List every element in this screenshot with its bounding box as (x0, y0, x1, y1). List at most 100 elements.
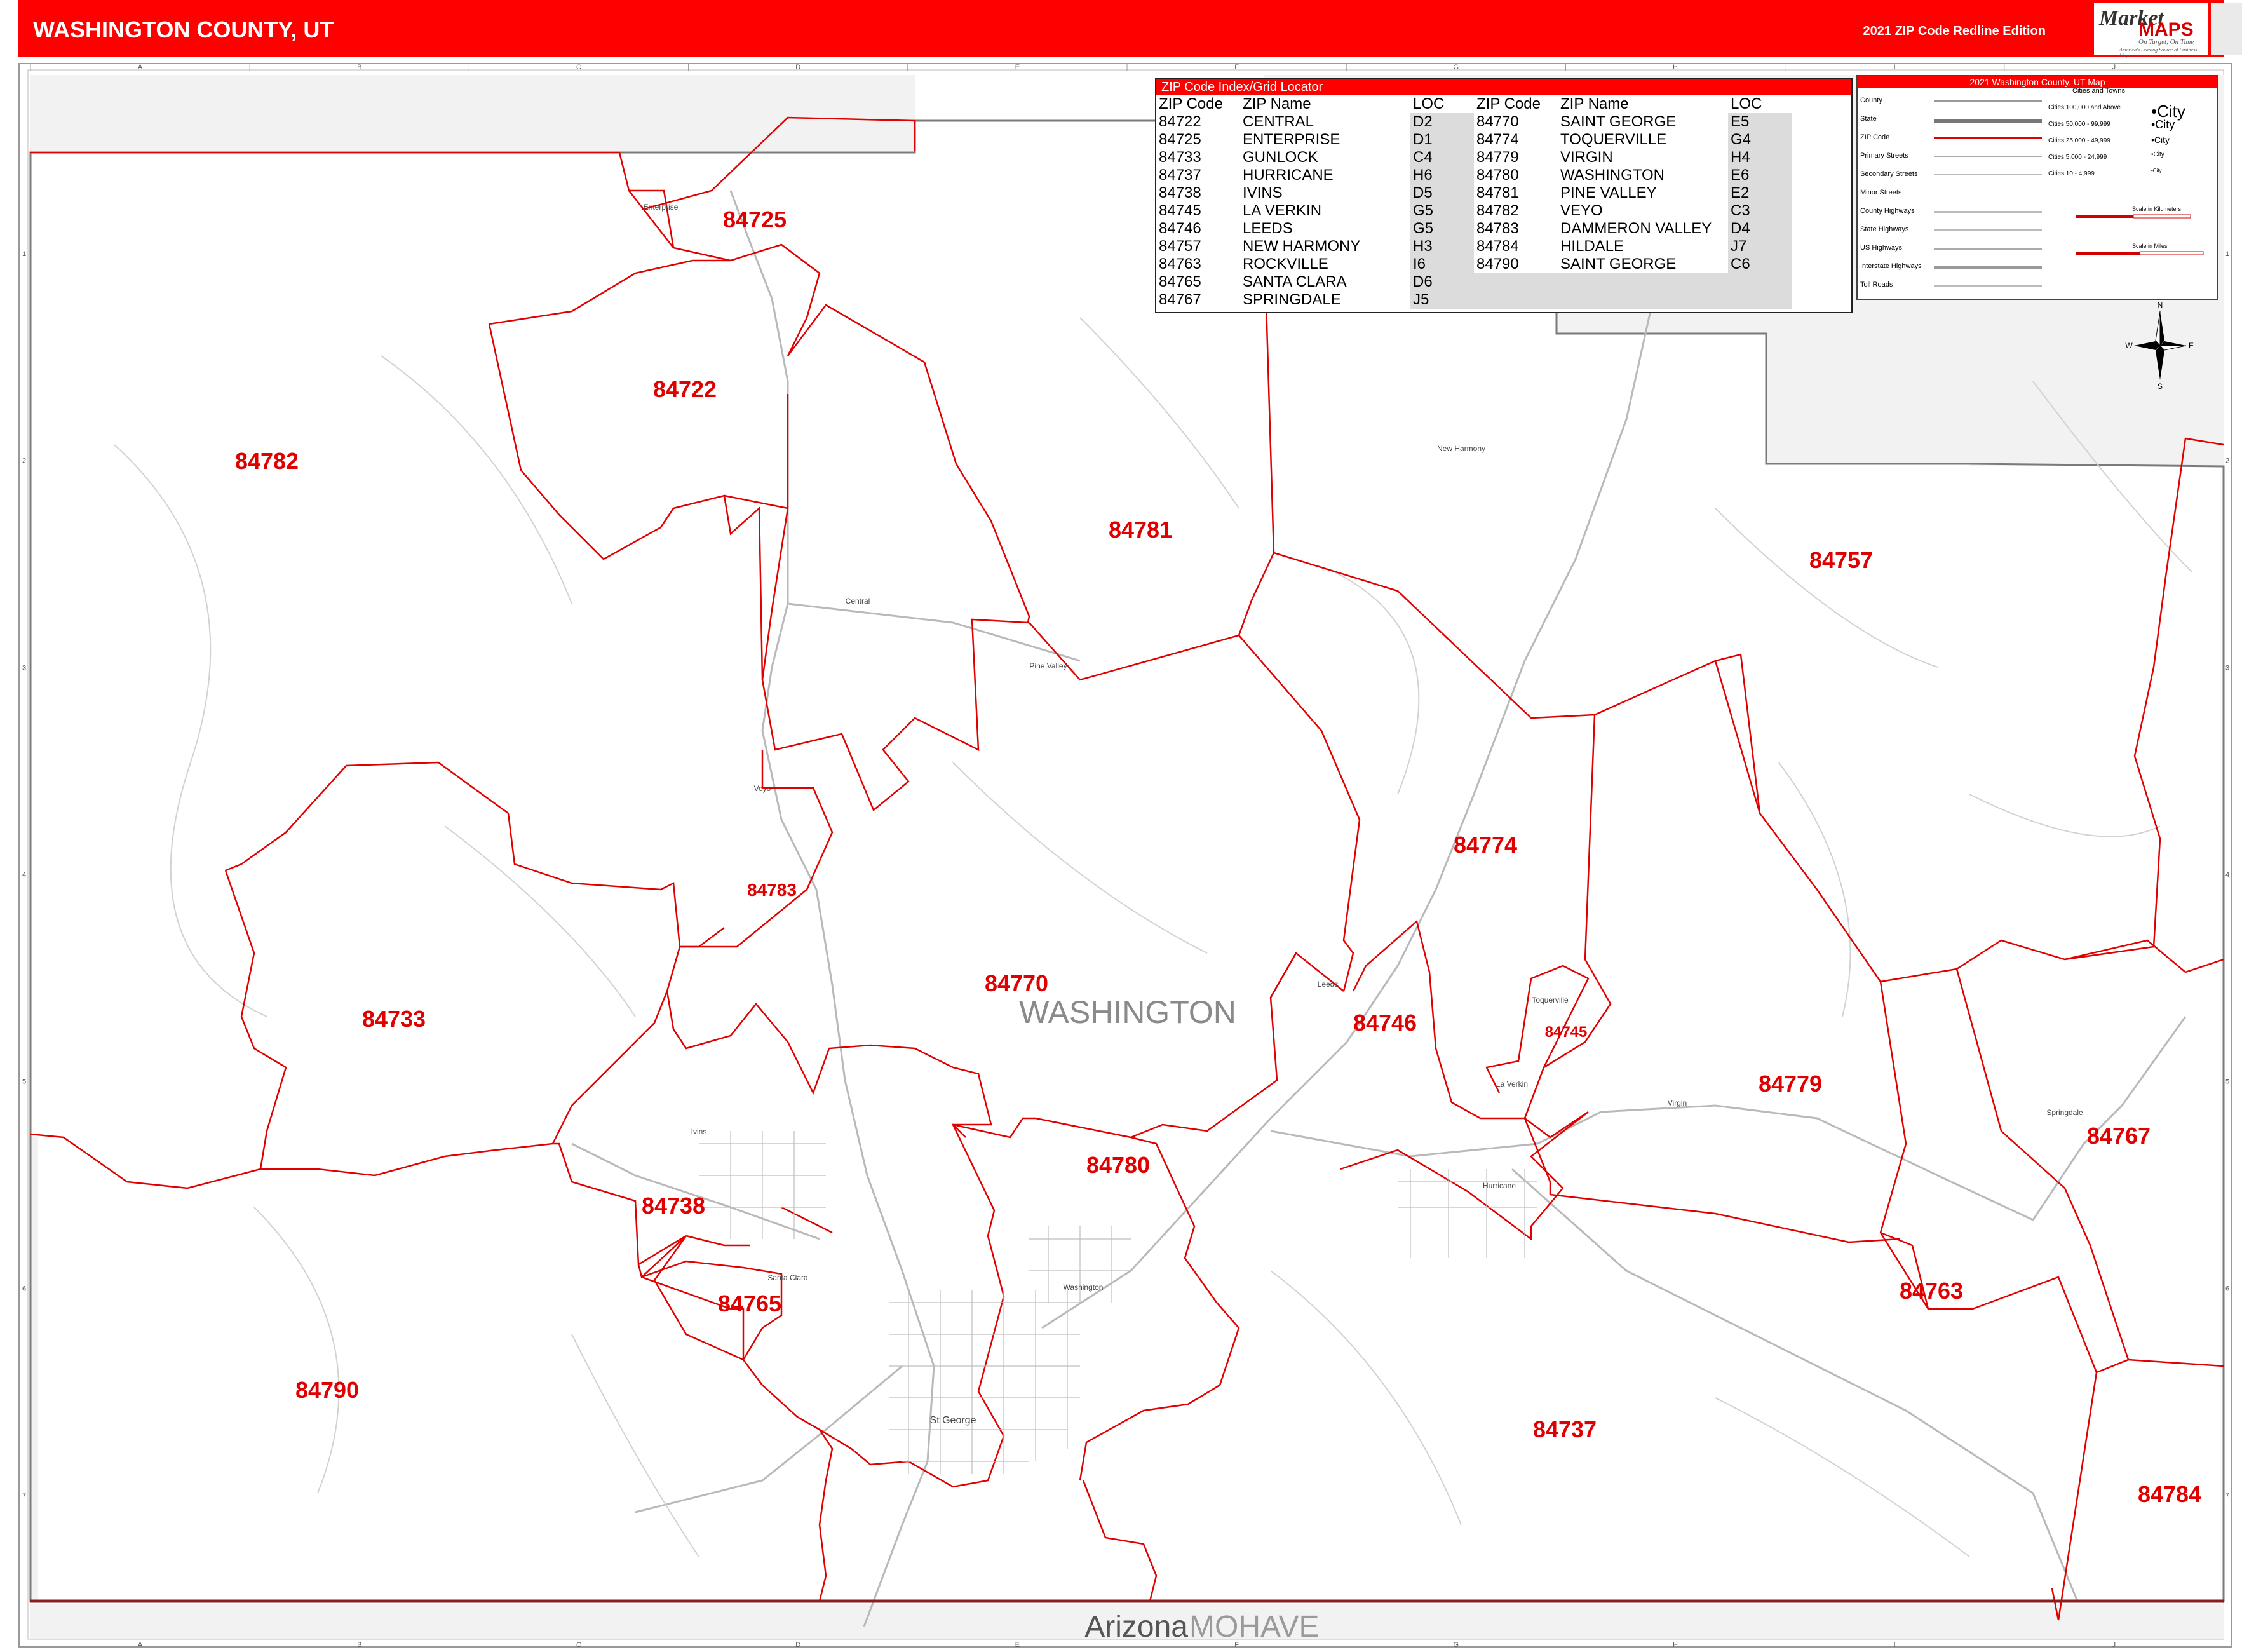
grid-column-label: J (2112, 64, 2116, 71)
grid-row-label: 7 (2225, 1492, 2229, 1500)
zip-label: 84722 (653, 376, 717, 402)
legend-item: County Highways (1860, 207, 1915, 215)
zip-index-row: 84733 GUNLOCK C4 84779 VIRGIN H4 (1156, 149, 1792, 166)
legend-item: State (1860, 115, 1877, 123)
grid-row-label: 2 (2225, 457, 2229, 465)
zip-name-cell: IVINS (1243, 184, 1283, 201)
zip-name-cell: HURRICANE (1243, 166, 1334, 184)
compass-w: W (2125, 341, 2133, 350)
grid-column-label: A (138, 1641, 143, 1649)
loc-cell: C6 (1728, 255, 1792, 273)
city-label: Veyo (754, 784, 771, 793)
legend-item: County (1860, 97, 1882, 104)
grid-row-label: 5 (22, 1078, 26, 1086)
legend-item: Minor Streets (1860, 189, 1902, 196)
zip-name-cell: TOQUERVILLE (1560, 131, 1667, 148)
city-label: Springdale (2046, 1108, 2083, 1117)
zip-code-cell: 84790 (1476, 255, 1519, 273)
grid-row-label: 1 (22, 250, 26, 258)
scale-mi-label: Scale in Miles (2132, 243, 2168, 249)
market-maps-logo: Market MAPS On Target, On Time America's… (2094, 3, 2208, 58)
zip-code-cell: 84763 (1159, 255, 1201, 273)
legend-city-class: Cities 100,000 and Above (2048, 104, 2121, 111)
legend-swatch (1934, 174, 2042, 175)
legend-swatch (1934, 211, 2042, 213)
county-label: WASHINGTON (1019, 994, 1236, 1030)
compass-e: E (2189, 341, 2194, 350)
zip-index-row: 84763 ROCKVILLE I6 84790 SAINT GEORGE C6 (1156, 255, 1792, 273)
zip-name-cell: VEYO (1560, 202, 1603, 219)
legend-item: US Highways (1860, 244, 1903, 252)
legend-city-class: Cities 5,000 - 24,999 (2048, 154, 2107, 161)
zip-label: 84746 (1353, 1010, 1417, 1036)
grid-row-label: 6 (22, 1285, 26, 1292)
zip-code-cell: 84738 (1159, 184, 1201, 201)
loc-cell: D6 (1410, 273, 1474, 291)
city-label: New Harmony (1437, 444, 1485, 453)
legend-item: Primary Streets (1860, 152, 1908, 159)
compass-n: N (2158, 301, 2163, 309)
zip-index-row: 84745 LA VERKIN G5 84782 VEYO C3 (1156, 202, 1792, 220)
loc-cell: J5 (1410, 291, 1474, 309)
grid-column-label: B (357, 64, 361, 71)
legend-city-class: Cities 10 - 4,999 (2048, 170, 2095, 177)
logo-tagline: On Target, On Time (2138, 38, 2194, 46)
loc-cell: D2 (1410, 113, 1474, 131)
zip-code-cell: 84733 (1159, 149, 1201, 166)
zip-code-cell (1474, 291, 1558, 309)
city-label: Hurricane (1483, 1181, 1516, 1190)
grid-column-label: C (576, 1641, 581, 1649)
col-header: LOC (1413, 95, 1445, 112)
col-header: ZIP Code (1476, 95, 1541, 112)
edition-label: 2021 ZIP Code Redline Edition (1863, 24, 2046, 38)
legend-swatch (1934, 266, 2042, 269)
grid-column-label: I (1894, 1641, 1896, 1649)
grid-column-label: C (576, 64, 581, 71)
zip-name-cell: SANTA CLARA (1243, 273, 1347, 290)
map-title: WASHINGTON COUNTY, UT (33, 17, 334, 43)
grid-column-label: E (1015, 64, 1020, 71)
contact-box (2211, 3, 2242, 55)
grid-row-label: 5 (2225, 1078, 2229, 1086)
loc-cell: J7 (1728, 238, 1792, 255)
city-label: Central (846, 597, 870, 606)
legend-city-sample: •City (2151, 168, 2162, 173)
zip-label: 84770 (985, 970, 1048, 996)
loc-cell: G5 (1410, 202, 1474, 220)
loc-cell: D4 (1728, 220, 1792, 238)
grid-column-label: D (795, 64, 800, 71)
city-label: Santa Clara (767, 1273, 808, 1282)
zip-index-row: 84725 ENTERPRISE D1 84774 TOQUERVILLE G4 (1156, 131, 1792, 149)
grid-row-label: 3 (22, 664, 26, 672)
legend-swatch (1934, 248, 2042, 250)
zip-index-row: 84765 SANTA CLARA D6 (1156, 273, 1792, 291)
legend-city-sample: •City (2151, 118, 2175, 131)
zip-name-cell: DAMMERON VALLEY (1560, 220, 1712, 237)
zip-label: 84779 (1759, 1071, 1822, 1097)
loc-cell: C3 (1728, 202, 1792, 220)
zip-index-row: 84746 LEEDS G5 84783 DAMMERON VALLEY D4 (1156, 220, 1792, 238)
zip-name-cell: HILDALE (1560, 238, 1624, 255)
zip-name-cell: LEEDS (1243, 220, 1293, 237)
zip-name-cell (1558, 291, 1728, 309)
legend-swatch (1934, 229, 2042, 231)
zip-code-cell: 84781 (1476, 184, 1519, 201)
zip-name-cell: SPRINGDALE (1243, 291, 1341, 308)
zip-name-cell: SAINT GEORGE (1560, 113, 1677, 130)
zip-label: 84780 (1086, 1152, 1150, 1178)
grid-row-label: 4 (2225, 871, 2229, 879)
zip-label: 84757 (1809, 547, 1873, 573)
legend-swatch (1934, 156, 2042, 157)
zip-name-cell: GUNLOCK (1243, 149, 1318, 166)
legend-city-class: Cities 25,000 - 49,999 (2048, 137, 2110, 144)
loc-cell (1728, 273, 1792, 291)
city-label: Ivins (691, 1127, 707, 1136)
zip-code-cell: 84770 (1476, 113, 1519, 130)
legend-city-class: Cities 50,000 - 99,999 (2048, 121, 2110, 128)
legend-swatch (1934, 119, 2042, 123)
grid-row-label: 6 (2225, 1285, 2229, 1292)
city-label: La Verkin (1496, 1080, 1528, 1088)
zip-index-row: 84757 NEW HARMONY H3 84784 HILDALE J7 (1156, 238, 1792, 255)
scale-km-label: Scale in Kilometers (2132, 206, 2182, 212)
city-label: Toquerville (1532, 996, 1569, 1005)
